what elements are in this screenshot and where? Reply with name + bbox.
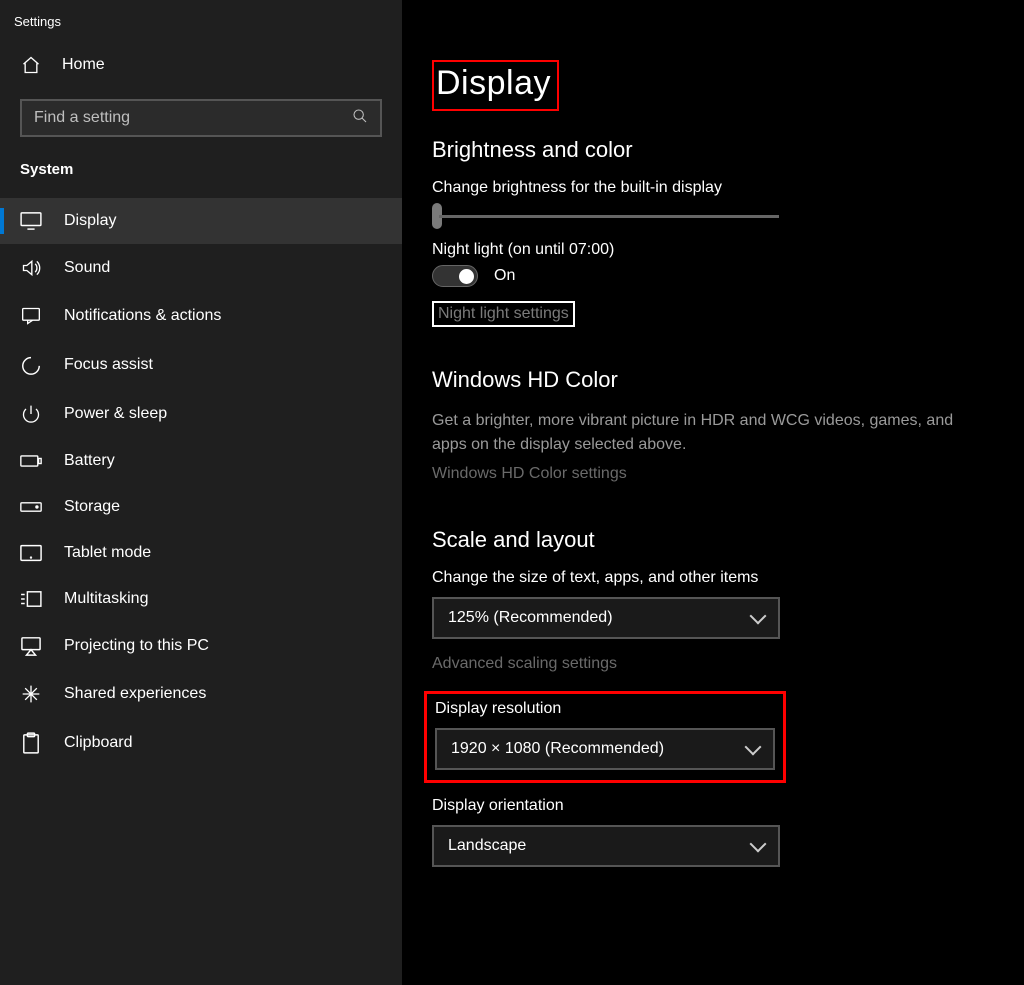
tablet-icon <box>20 544 42 562</box>
page-title: Display <box>436 64 551 102</box>
sound-icon <box>20 258 42 278</box>
brightness-slider-label: Change brightness for the built-in displ… <box>432 179 994 197</box>
sidebar-item-shared[interactable]: Shared experiences <box>0 670 402 718</box>
hd-color-desc: Get a brighter, more vibrant picture in … <box>432 409 992 457</box>
section-brightness: Brightness and color Change brightness f… <box>432 137 994 327</box>
sidebar-item-storage[interactable]: Storage <box>0 484 402 530</box>
main-content: Display Brightness and color Change brig… <box>402 0 1024 985</box>
sidebar-item-clipboard[interactable]: Clipboard <box>0 718 402 768</box>
brightness-slider[interactable] <box>432 203 994 229</box>
sidebar-item-focus[interactable]: Focus assist <box>0 340 402 390</box>
sidebar-item-label: Display <box>64 212 116 230</box>
highlight-title: Display <box>432 60 559 111</box>
home-icon <box>20 55 42 75</box>
projecting-icon <box>20 636 42 656</box>
section-heading: Scale and layout <box>432 527 994 553</box>
scale-size-select[interactable]: 125% (Recommended) <box>432 597 780 639</box>
scale-size-value: 125% (Recommended) <box>448 609 613 627</box>
section-heading: Windows HD Color <box>432 367 994 393</box>
resolution-label: Display resolution <box>435 700 775 718</box>
sidebar-item-label: Battery <box>64 452 115 470</box>
nav-group-label: System <box>0 155 402 198</box>
sidebar-item-notifications[interactable]: Notifications & actions <box>0 292 402 340</box>
sidebar-item-power[interactable]: Power & sleep <box>0 390 402 438</box>
sidebar-item-label: Tablet mode <box>64 544 151 562</box>
home-label: Home <box>62 56 105 74</box>
night-light-label: Night light (on until 07:00) <box>432 241 994 259</box>
sidebar-item-label: Shared experiences <box>64 685 206 703</box>
night-light-settings-link[interactable]: Night light settings <box>432 301 575 327</box>
chevron-down-icon <box>745 739 762 756</box>
advanced-scaling-link[interactable]: Advanced scaling settings <box>432 655 994 673</box>
night-light-toggle[interactable] <box>432 265 478 287</box>
sidebar-item-label: Projecting to this PC <box>64 637 209 655</box>
night-light-state: On <box>494 267 515 285</box>
sidebar-item-label: Focus assist <box>64 356 153 374</box>
scale-size-label: Change the size of text, apps, and other… <box>432 569 994 587</box>
sidebar-item-multitasking[interactable]: Multitasking <box>0 576 402 622</box>
display-icon <box>20 212 42 230</box>
sidebar-item-label: Sound <box>64 259 110 277</box>
nav-list: Display Sound Notifications & actions Fo… <box>0 198 402 768</box>
sidebar-item-label: Notifications & actions <box>64 307 221 325</box>
window-title: Settings <box>0 8 402 47</box>
slider-track <box>439 215 779 218</box>
resolution-value: 1920 × 1080 (Recommended) <box>451 740 664 758</box>
notifications-icon <box>20 306 42 326</box>
chevron-down-icon <box>750 836 767 853</box>
shared-icon <box>20 684 42 704</box>
battery-icon <box>20 454 42 468</box>
sidebar-item-projecting[interactable]: Projecting to this PC <box>0 622 402 670</box>
sidebar-item-display[interactable]: Display <box>0 198 402 244</box>
search-box[interactable] <box>20 99 382 137</box>
chevron-down-icon <box>750 608 767 625</box>
power-icon <box>20 404 42 424</box>
search-input[interactable] <box>34 109 352 127</box>
sidebar-item-battery[interactable]: Battery <box>0 438 402 484</box>
sidebar-item-label: Multitasking <box>64 590 148 608</box>
storage-icon <box>20 501 42 513</box>
multitasking-icon <box>20 590 42 608</box>
sidebar-item-tablet[interactable]: Tablet mode <box>0 530 402 576</box>
focus-icon <box>20 354 42 376</box>
section-hd-color: Windows HD Color Get a brighter, more vi… <box>432 367 994 483</box>
resolution-select[interactable]: 1920 × 1080 (Recommended) <box>435 728 775 770</box>
home-button[interactable]: Home <box>0 47 402 89</box>
section-heading: Brightness and color <box>432 137 994 163</box>
orientation-select[interactable]: Landscape <box>432 825 780 867</box>
orientation-value: Landscape <box>448 837 526 855</box>
sidebar-item-label: Storage <box>64 498 120 516</box>
highlight-resolution: Display resolution 1920 × 1080 (Recommen… <box>424 691 786 783</box>
hd-color-settings-link[interactable]: Windows HD Color settings <box>432 465 627 482</box>
clipboard-icon <box>20 732 42 754</box>
toggle-dot <box>459 269 474 284</box>
sidebar: Settings Home System Display So <box>0 0 402 985</box>
search-icon <box>352 108 368 129</box>
sidebar-item-label: Power & sleep <box>64 405 167 423</box>
sidebar-item-sound[interactable]: Sound <box>0 244 402 292</box>
sidebar-item-label: Clipboard <box>64 734 132 752</box>
section-scale: Scale and layout Change the size of text… <box>432 527 994 867</box>
orientation-label: Display orientation <box>432 797 994 815</box>
